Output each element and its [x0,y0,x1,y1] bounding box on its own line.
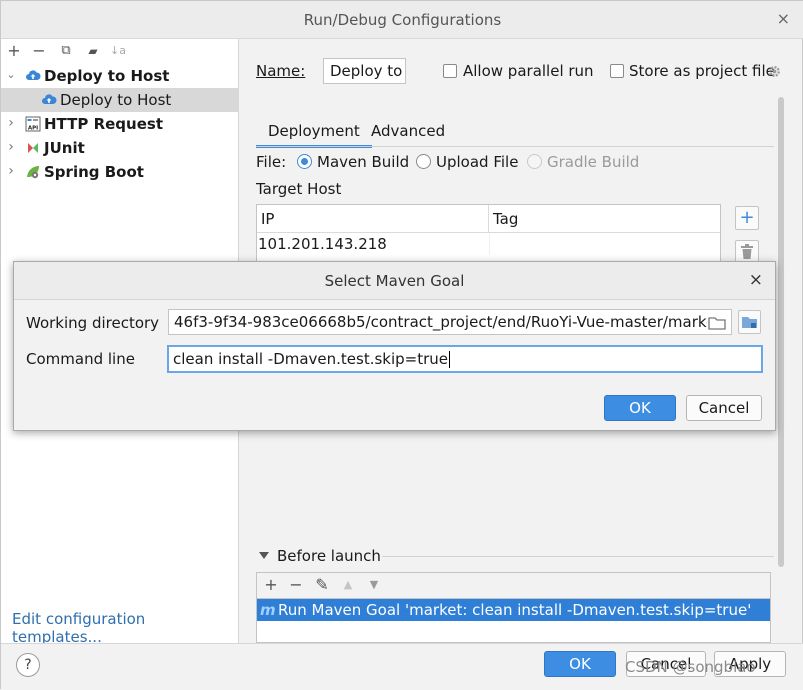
target-host-label: Target Host [256,180,342,198]
tree-item-label: JUnit [44,139,85,157]
tree-toolbar: + − ⧉ ▰ ↓a [1,39,239,64]
chevron-right-icon[interactable]: › [5,111,17,135]
working-directory-label: Working directory [26,314,160,332]
text-cursor [449,351,451,368]
tab-divider [256,146,774,147]
dialog-close-icon[interactable]: × [749,270,763,290]
upload-file-radio[interactable] [416,154,431,169]
command-line-value: clean install -Dmaven.test.skip=true [173,350,449,368]
tree-item-deploy-to-host[interactable]: Deploy to Host [1,88,239,112]
editor-scrollbar[interactable] [778,97,784,567]
cloud-upload-icon [26,70,41,80]
tree-item-spring-boot[interactable]: › Spring Boot [1,160,239,184]
move-down-icon[interactable]: ▼ [363,575,385,597]
tree-item-label: Deploy to Host [44,67,170,85]
command-line-field[interactable]: clean install -Dmaven.test.skip=true [167,345,763,373]
sort-configurations-icon[interactable]: ↓a [108,41,128,61]
chevron-right-icon[interactable]: › [5,159,17,183]
remove-task-icon[interactable]: − [285,575,307,597]
file-label: File: [256,153,287,171]
command-line-label: Command line [26,350,135,368]
before-launch-toolbar: + − ✎ ▲ ▼ [256,572,771,598]
move-up-icon[interactable]: ▲ [337,575,359,597]
tree-item-junit[interactable]: › JUnit [1,136,239,160]
name-field[interactable]: Deploy to [323,58,406,84]
module-folder-icon [742,317,757,328]
collapse-triangle-icon[interactable] [259,552,269,560]
tree-item-label: HTTP Request [44,115,163,133]
copy-configuration-icon[interactable]: ⧉ [56,41,76,61]
add-host-button[interactable]: + [735,206,759,230]
before-launch-divider [382,556,774,557]
working-directory-value: 46f3-9f34-983ce06668b5/contract_project/… [174,313,722,331]
working-directory-field[interactable]: 46f3-9f34-983ce06668b5/contract_project/… [168,309,732,335]
browse-module-button[interactable] [738,310,761,334]
spring-boot-icon [27,166,39,179]
help-button[interactable]: ? [16,653,40,677]
target-host-table: IP Tag 101.201.143.218 [256,204,721,264]
window-title: Run/Debug Configurations [303,11,502,29]
tab-advanced[interactable]: Advanced [359,118,457,148]
table-cell-ip[interactable]: 101.201.143.218 [257,233,489,255]
upload-file-label: Upload File [436,153,519,171]
window-close-icon[interactable]: × [777,9,790,28]
dialog-ok-button[interactable]: OK [604,395,676,421]
dialog-title: Select Maven Goal [324,272,465,290]
store-as-project-file-label: Store as project file [629,62,775,80]
allow-parallel-run-label: Allow parallel run [463,62,594,80]
edit-task-icon[interactable]: ✎ [311,575,333,597]
before-launch-task-label: Run Maven Goal 'market: clean install -D… [278,601,752,619]
gradle-build-radio[interactable] [527,154,542,169]
chevron-right-icon[interactable]: › [5,135,17,159]
svg-text:API: API [28,126,38,132]
folder-icon[interactable] [707,313,727,331]
gradle-build-label: Gradle Build [547,153,640,171]
junit-icon [28,143,38,153]
table-cell-tag[interactable] [489,233,720,255]
store-as-project-file-checkbox[interactable] [610,64,624,78]
watermark-text: CSDN @songbiao [625,658,756,676]
tree-item-deploy-to-host-group[interactable]: ⌄ Deploy to Host [1,64,239,88]
before-launch-label: Before launch [277,547,381,565]
maven-build-radio[interactable] [297,154,312,169]
tree-item-label: Spring Boot [44,163,144,181]
window-titlebar: Run/Debug Configurations × [1,1,803,39]
before-launch-task[interactable]: m Run Maven Goal 'market: clean install … [257,599,770,621]
before-launch-list: m Run Maven Goal 'market: clean install … [256,598,771,643]
tree-item-label: Deploy to Host [60,91,172,109]
allow-parallel-run-checkbox[interactable] [443,64,457,78]
remove-configuration-icon[interactable]: − [29,41,49,61]
dialog-button-bar: ? OK Cancel Apply CSDN @songbiao [1,643,803,690]
gear-icon[interactable] [767,64,782,79]
trash-icon [741,244,753,259]
chevron-down-icon[interactable]: ⌄ [5,63,17,87]
add-configuration-icon[interactable]: + [4,41,24,61]
add-task-icon[interactable]: + [260,575,282,597]
cloud-upload-icon [42,94,57,104]
tree-item-http-request[interactable]: › API HTTP Request [1,112,239,136]
tab-deployment[interactable]: Deployment [256,118,372,148]
dialog-cancel-button[interactable]: Cancel [686,395,762,421]
maven-build-label: Maven Build [317,153,410,171]
maven-icon: m [260,601,276,619]
edit-configuration-templates-link[interactable]: Edit configuration templates... [12,610,238,646]
column-header-ip[interactable]: IP [257,205,489,233]
select-maven-goal-dialog: Select Maven Goal × Working directory 46… [13,261,776,431]
column-header-tag[interactable]: Tag [489,205,720,233]
api-icon: API [25,116,41,132]
dialog-titlebar: Select Maven Goal × [14,262,775,300]
name-label: Name: [256,62,306,80]
move-to-folder-icon[interactable]: ▰ [83,41,103,61]
ok-button[interactable]: OK [544,651,616,677]
